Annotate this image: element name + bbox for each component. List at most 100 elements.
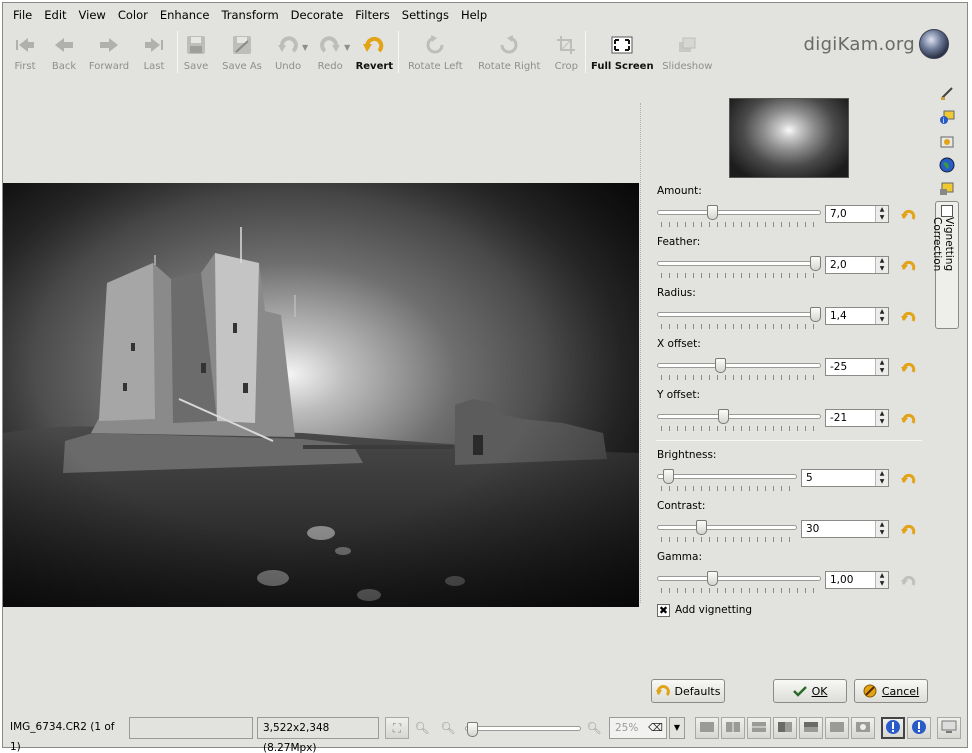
amount-slider-handle[interactable] xyxy=(707,205,719,220)
menu-edit[interactable]: Edit xyxy=(38,3,72,27)
amount-slider[interactable] xyxy=(657,210,821,215)
rotate-right-button[interactable]: Rotate Right xyxy=(471,27,547,77)
view-half-horizontal-button[interactable] xyxy=(799,717,823,739)
add-vignetting-checkbox[interactable]: ✖ xyxy=(657,604,670,617)
undo-dropdown-arrow-icon[interactable]: ▼ xyxy=(302,43,308,52)
reset-feather-icon[interactable] xyxy=(901,258,917,274)
y-offset-slider[interactable] xyxy=(657,414,821,419)
full-screen-button[interactable]: Full Screen xyxy=(590,27,654,77)
menu-decorate[interactable]: Decorate xyxy=(285,3,350,27)
metadata-icon[interactable] xyxy=(939,133,955,149)
zoom-slider-handle[interactable] xyxy=(467,722,479,737)
crop-button[interactable]: Crop xyxy=(551,27,581,77)
contrast-slider[interactable] xyxy=(657,525,797,530)
reset-contrast-icon[interactable] xyxy=(901,522,917,538)
zoom-dropdown-arrow-icon[interactable]: ▼ xyxy=(669,717,685,739)
zoom-input[interactable]: 25% ⌫ xyxy=(609,717,667,739)
menu-help[interactable]: Help xyxy=(455,3,493,27)
clear-text-icon[interactable]: ⌫ xyxy=(648,718,663,738)
menu-view[interactable]: View xyxy=(73,3,112,27)
gamma-slider-handle[interactable] xyxy=(707,571,719,586)
reset-gamma-icon[interactable] xyxy=(901,573,917,589)
brightness-slider-handle[interactable] xyxy=(663,469,675,484)
contrast-spinbox[interactable]: 30 ▲ ▼ xyxy=(801,520,889,538)
back-button[interactable]: Back xyxy=(45,27,83,77)
underexposure-indicator-button[interactable] xyxy=(881,717,905,739)
gamma-spinbox[interactable]: 1,00 ▲ ▼ xyxy=(825,571,889,589)
view-target-button[interactable] xyxy=(851,717,875,739)
tags-icon[interactable] xyxy=(939,181,955,197)
fit-window-button[interactable]: ⛶ xyxy=(385,717,409,739)
contrast-slider-handle[interactable] xyxy=(695,520,707,535)
feather-slider-handle[interactable] xyxy=(810,256,821,271)
zoom-out-button[interactable]: 🔍︎ xyxy=(437,717,459,739)
spin-up-arrow-icon[interactable]: ▲ xyxy=(876,410,888,418)
save-button[interactable]: Save xyxy=(182,27,210,77)
view-compare-button[interactable] xyxy=(825,717,849,739)
forward-button[interactable]: Forward xyxy=(83,27,135,77)
spin-up-arrow-icon[interactable]: ▲ xyxy=(876,470,888,478)
image-info-icon[interactable]: i xyxy=(939,109,955,125)
spin-down-arrow-icon[interactable]: ▼ xyxy=(876,580,888,588)
brightness-spinbox[interactable]: 5 ▲ ▼ xyxy=(801,469,889,487)
radius-slider[interactable] xyxy=(657,312,821,317)
view-split-vertical-button[interactable] xyxy=(721,717,745,739)
reset-y-offset-icon[interactable] xyxy=(901,411,917,427)
undo-button[interactable]: Undo xyxy=(270,27,306,77)
reset-radius-icon[interactable] xyxy=(901,309,917,325)
x-offset-slider[interactable] xyxy=(657,363,821,368)
overexposure-indicator-button[interactable] xyxy=(907,717,931,739)
reset-brightness-icon[interactable] xyxy=(901,471,917,487)
feather-value[interactable]: 2,0 xyxy=(826,257,875,273)
radius-spinbox[interactable]: 1,4 ▲ ▼ xyxy=(825,307,889,325)
spin-up-arrow-icon[interactable]: ▲ xyxy=(876,572,888,580)
gamma-slider[interactable] xyxy=(657,576,821,581)
brush-icon[interactable] xyxy=(939,85,955,101)
brightness-value[interactable]: 5 xyxy=(802,470,875,486)
spin-up-arrow-icon[interactable]: ▲ xyxy=(876,257,888,265)
amount-value[interactable]: 7,0 xyxy=(826,206,875,222)
view-half-vertical-button[interactable] xyxy=(773,717,797,739)
x-offset-spinbox[interactable]: -25 ▲ ▼ xyxy=(825,358,889,376)
feather-slider[interactable] xyxy=(657,261,821,266)
zoom-in-button[interactable]: 🔍︎ xyxy=(583,717,605,739)
radius-slider-handle[interactable] xyxy=(810,307,821,322)
gamma-value[interactable]: 1,00 xyxy=(826,572,875,588)
ok-button[interactable]: OK xyxy=(773,679,847,703)
rotate-left-button[interactable]: Rotate Left xyxy=(403,27,467,77)
spin-down-arrow-icon[interactable]: ▼ xyxy=(876,265,888,273)
zoom-slider-track[interactable] xyxy=(465,726,581,731)
menu-enhance[interactable]: Enhance xyxy=(154,3,216,27)
cancel-button[interactable]: Cancel xyxy=(854,679,928,703)
menu-settings[interactable]: Settings xyxy=(396,3,455,27)
y-offset-value[interactable]: -21 xyxy=(826,410,875,426)
last-button[interactable]: Last xyxy=(135,27,173,77)
redo-dropdown-arrow-icon[interactable]: ▼ xyxy=(344,43,350,52)
x-offset-value[interactable]: -25 xyxy=(826,359,875,375)
spin-down-arrow-icon[interactable]: ▼ xyxy=(876,478,888,486)
y-offset-slider-handle[interactable] xyxy=(718,409,730,424)
spin-down-arrow-icon[interactable]: ▼ xyxy=(876,367,888,375)
spin-up-arrow-icon[interactable]: ▲ xyxy=(876,359,888,367)
radius-value[interactable]: 1,4 xyxy=(826,308,875,324)
menu-filters[interactable]: Filters xyxy=(349,3,395,27)
menu-color[interactable]: Color xyxy=(112,3,154,27)
spin-down-arrow-icon[interactable]: ▼ xyxy=(876,316,888,324)
spin-up-arrow-icon[interactable]: ▲ xyxy=(876,521,888,529)
digikam-logo-icon[interactable] xyxy=(919,29,949,59)
slideshow-button[interactable]: Slideshow xyxy=(658,27,716,77)
globe-icon[interactable] xyxy=(939,157,955,173)
panel-splitter[interactable] xyxy=(640,103,644,603)
zoom-in-small-button[interactable]: 🔍︎ xyxy=(411,717,433,739)
brightness-slider[interactable] xyxy=(657,474,797,479)
feather-spinbox[interactable]: 2,0 ▲ ▼ xyxy=(825,256,889,274)
revert-button[interactable]: Revert xyxy=(354,27,394,77)
menu-file[interactable]: File xyxy=(7,3,38,27)
defaults-button[interactable]: Defaults xyxy=(651,679,725,703)
spin-down-arrow-icon[interactable]: ▼ xyxy=(876,529,888,537)
reset-amount-icon[interactable] xyxy=(901,207,917,223)
image-canvas[interactable] xyxy=(3,183,639,607)
menu-transform[interactable]: Transform xyxy=(215,3,284,27)
reset-x-offset-icon[interactable] xyxy=(901,360,917,376)
y-offset-spinbox[interactable]: -21 ▲ ▼ xyxy=(825,409,889,427)
